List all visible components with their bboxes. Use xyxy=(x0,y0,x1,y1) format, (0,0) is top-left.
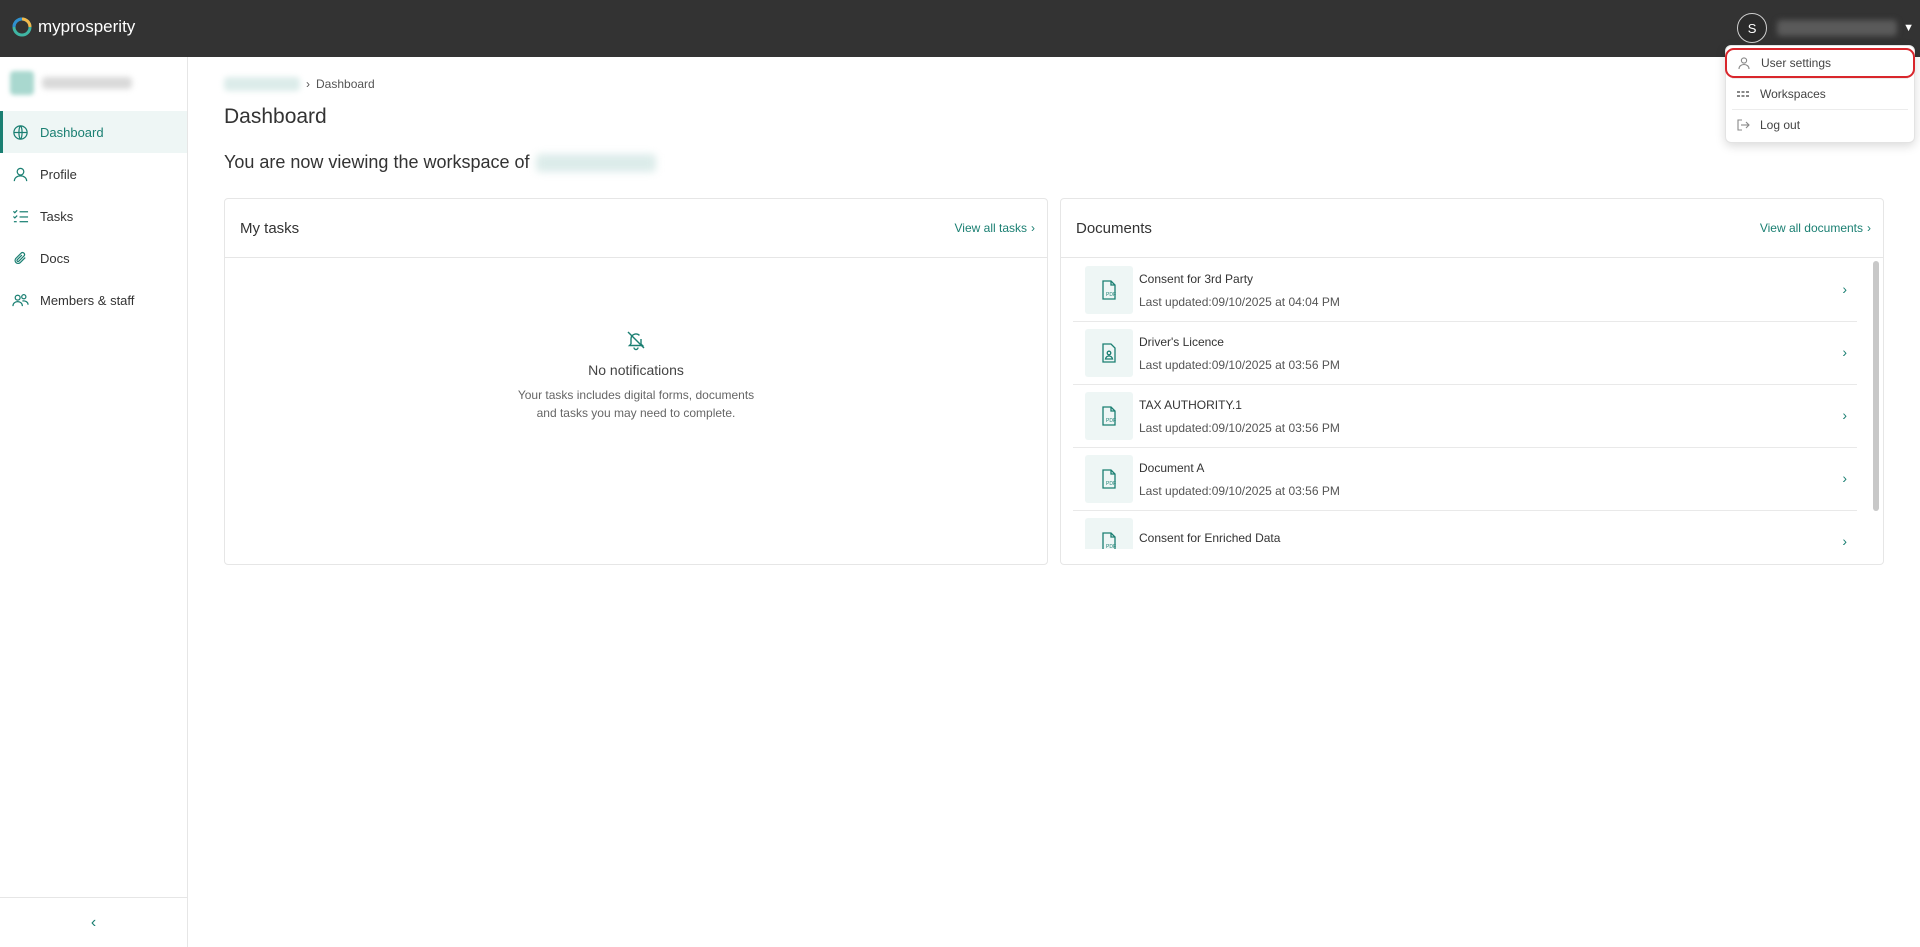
svg-text:PDF: PDF xyxy=(1106,481,1116,487)
workspace-notice: You are now viewing the workspace of xyxy=(224,152,656,173)
document-name: TAX AUTHORITY.1 xyxy=(1139,397,1242,412)
card-header: Documents View all documents › xyxy=(1061,199,1883,258)
document-name: Driver's Licence xyxy=(1139,334,1224,349)
top-bar: myprosperity S ▼ xyxy=(0,0,1920,57)
checklist-icon xyxy=(12,209,29,222)
documents-card: Documents View all documents › PDF Conse… xyxy=(1060,198,1884,565)
sidebar-item-profile[interactable]: Profile xyxy=(0,153,187,195)
list-item[interactable]: PDF TAX AUTHORITY.1 Last updated:09/10/2… xyxy=(1073,385,1857,448)
user-name-redacted xyxy=(1777,20,1898,36)
pdf-file-icon: PDF xyxy=(1085,455,1133,503)
pdf-file-icon: PDF xyxy=(1085,266,1133,314)
view-all-documents-link[interactable]: View all documents › xyxy=(1760,221,1871,235)
chevron-right-icon: › xyxy=(1867,221,1871,235)
collapse-sidebar-button[interactable]: ‹ xyxy=(0,897,187,947)
sidebar: Dashboard Profile Tasks Docs Members & s… xyxy=(0,57,188,947)
breadcrumb-parent-redacted[interactable] xyxy=(224,77,300,91)
list-item[interactable]: PDF Consent for Enriched Data › xyxy=(1073,511,1857,549)
list-item[interactable]: Driver's Licence Last updated:09/10/2025… xyxy=(1073,322,1857,385)
empty-description: Your tasks includes digital forms, docum… xyxy=(225,386,1047,422)
workspace-avatar xyxy=(10,71,34,95)
sidebar-item-dashboard[interactable]: Dashboard xyxy=(0,111,187,153)
chevron-right-icon[interactable]: › xyxy=(1842,533,1847,549)
people-icon xyxy=(12,293,29,306)
pdf-file-icon: PDF xyxy=(1085,392,1133,440)
bell-off-icon xyxy=(627,331,645,351)
sidebar-item-docs[interactable]: Docs xyxy=(0,237,187,279)
view-all-tasks-link[interactable]: View all tasks › xyxy=(955,221,1035,235)
sidebar-item-tasks[interactable]: Tasks xyxy=(0,195,187,237)
list-item[interactable]: PDF Document A Last updated:09/10/2025 a… xyxy=(1073,448,1857,511)
empty-description-line: and tasks you may need to complete. xyxy=(536,406,736,420)
workspace-owner-redacted xyxy=(535,153,656,172)
person-icon xyxy=(13,167,28,181)
globe-icon xyxy=(13,124,28,140)
main-content: › Dashboard Dashboard You are now viewin… xyxy=(188,57,1920,947)
svg-text:PDF: PDF xyxy=(1106,418,1116,424)
avatar[interactable]: S xyxy=(1737,13,1768,43)
brand-name: myprosperity xyxy=(38,17,136,36)
breadcrumb-current: Dashboard xyxy=(316,77,375,91)
my-tasks-card: My tasks View all tasks › No notificatio… xyxy=(224,198,1048,565)
chevron-right-icon[interactable]: › xyxy=(1842,470,1847,486)
page-title: Dashboard xyxy=(224,105,327,128)
chevron-right-icon: › xyxy=(1031,221,1035,235)
caret-down-icon[interactable]: ▼ xyxy=(1903,22,1914,34)
sidebar-nav: Dashboard Profile Tasks Docs Members & s… xyxy=(0,111,187,321)
sidebar-item-label: Docs xyxy=(40,250,70,266)
empty-state: No notifications Your tasks includes dig… xyxy=(225,329,1047,422)
card-header: My tasks View all tasks › xyxy=(225,199,1047,258)
svg-text:PDF: PDF xyxy=(1106,292,1116,298)
sidebar-item-label: Dashboard xyxy=(40,124,104,140)
paperclip-icon xyxy=(14,251,26,264)
sidebar-item-label: Members & staff xyxy=(40,292,135,308)
list-item[interactable]: PDF Consent for 3rd Party Last updated:0… xyxy=(1073,259,1857,322)
card-title: Documents xyxy=(1076,219,1152,237)
chevron-right-icon[interactable]: › xyxy=(1842,407,1847,423)
chevron-right-icon: › xyxy=(306,77,310,91)
documents-list: PDF Consent for 3rd Party Last updated:0… xyxy=(1073,259,1857,549)
workspace-notice-text: You are now viewing the workspace of xyxy=(224,152,530,172)
document-name: Consent for Enriched Data xyxy=(1139,530,1281,545)
chevron-right-icon[interactable]: › xyxy=(1842,344,1847,360)
link-label: View all tasks xyxy=(954,221,1027,235)
sidebar-item-label: Profile xyxy=(40,166,77,182)
user-menu-trigger[interactable]: S ▼ xyxy=(1737,13,1914,43)
workspace-name-redacted xyxy=(42,77,132,89)
image-file-icon xyxy=(1085,329,1133,377)
document-updated: Last updated:09/10/2025 at 03:56 PM xyxy=(1139,420,1340,435)
chevron-right-icon[interactable]: › xyxy=(1842,281,1847,297)
document-updated: Last updated:09/10/2025 at 04:04 PM xyxy=(1139,294,1340,309)
document-name: Consent for 3rd Party xyxy=(1139,271,1254,286)
empty-title: No notifications xyxy=(588,362,684,378)
workspace-switcher-redacted[interactable] xyxy=(10,71,150,95)
empty-description-line: Your tasks includes digital forms, docum… xyxy=(517,388,755,402)
sidebar-item-members-staff[interactable]: Members & staff xyxy=(0,279,187,321)
document-updated: Last updated:09/10/2025 at 03:56 PM xyxy=(1139,483,1340,498)
pdf-file-icon: PDF xyxy=(1085,518,1133,549)
document-name: Document A xyxy=(1139,460,1205,475)
breadcrumb: › Dashboard xyxy=(224,77,375,91)
card-title: My tasks xyxy=(240,219,300,237)
chevron-left-icon: ‹ xyxy=(90,913,97,931)
sidebar-item-label: Tasks xyxy=(40,208,74,224)
document-updated: Last updated:09/10/2025 at 03:56 PM xyxy=(1139,357,1340,372)
link-label: View all documents xyxy=(1759,221,1863,235)
documents-scrollbar[interactable] xyxy=(1873,261,1879,511)
brand-logo-icon xyxy=(12,17,32,37)
brand[interactable]: myprosperity xyxy=(12,17,135,37)
svg-text:PDF: PDF xyxy=(1106,544,1116,549)
